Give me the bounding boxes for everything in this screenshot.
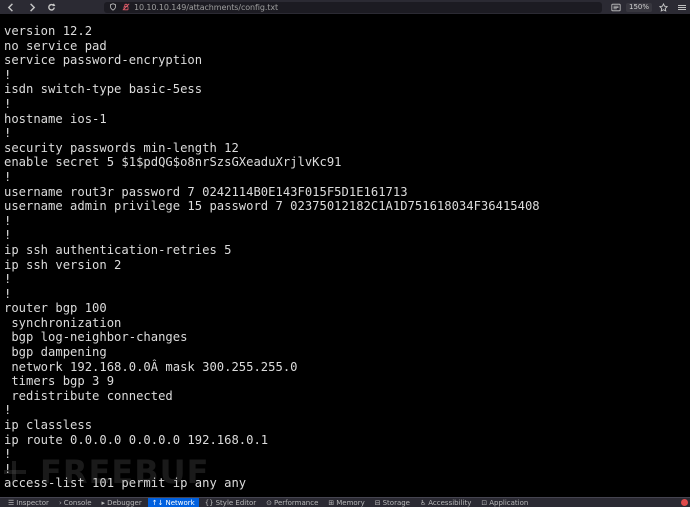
error-indicator-icon[interactable]	[681, 499, 688, 506]
url-text: 10.10.10.149/attachments/config.txt	[134, 3, 278, 12]
devtools-tab-label: Debugger	[107, 499, 142, 507]
devtools-tab-storage[interactable]: ⊟Storage	[371, 498, 414, 507]
url-bar[interactable]: 10.10.10.149/attachments/config.txt	[104, 2, 602, 13]
devtools-tab-label: Style Editor	[216, 499, 257, 507]
config-file-text[interactable]: version 12.2 no service pad service pass…	[4, 24, 686, 491]
insecure-lock-icon	[121, 3, 130, 12]
browser-toolbar: 10.10.10.149/attachments/config.txt 150%	[0, 0, 690, 14]
toolbar-right-group: 150%	[610, 2, 686, 12]
page-content: version 12.2 no service pad service pass…	[0, 14, 690, 497]
devtools-tab-label: Network	[165, 499, 194, 507]
devtools-tab-debugger[interactable]: ▸Debugger	[98, 498, 146, 507]
devtools-tab-icon: ›	[59, 499, 62, 507]
devtools-tab-icon: ⊙	[266, 499, 272, 507]
devtools-tab-memory[interactable]: ⊞Memory	[324, 498, 368, 507]
devtools-tab-performance[interactable]: ⊙Performance	[262, 498, 322, 507]
devtools-tab-label: Inspector	[16, 499, 49, 507]
devtools-tab-label: Accessibility	[428, 499, 471, 507]
forward-button[interactable]	[24, 0, 38, 14]
devtools-tab-icon: {}	[205, 499, 214, 507]
bookmark-star-icon[interactable]	[658, 2, 668, 12]
devtools-tab-icon: ⊡	[481, 499, 487, 507]
reader-view-icon[interactable]	[610, 2, 622, 12]
nav-button-group	[4, 0, 58, 14]
devtools-tab-label: Storage	[383, 499, 410, 507]
devtools-tab-style-editor[interactable]: {}Style Editor	[201, 498, 260, 507]
devtools-tab-icon: ▸	[102, 499, 106, 507]
devtools-tab-label: Console	[64, 499, 92, 507]
back-button[interactable]	[4, 0, 18, 14]
devtools-tab-icon: ♿	[420, 499, 426, 507]
devtools-tab-console[interactable]: ›Console	[55, 498, 96, 507]
devtools-tab-network[interactable]: ↑↓Network	[148, 498, 199, 507]
devtools-tab-icon: ↑↓	[152, 499, 164, 507]
devtools-tab-icon: ☰	[8, 499, 14, 507]
devtools-tab-label: Memory	[336, 499, 364, 507]
devtools-tab-accessibility[interactable]: ♿Accessibility	[416, 498, 475, 507]
devtools-tab-inspector[interactable]: ☰Inspector	[4, 498, 53, 507]
devtools-tab-icon: ⊞	[328, 499, 334, 507]
reload-button[interactable]	[44, 0, 58, 14]
devtools-tab-icon: ⊟	[375, 499, 381, 507]
zoom-badge[interactable]: 150%	[626, 3, 652, 12]
devtools-tab-application[interactable]: ⊡Application	[477, 498, 532, 507]
devtools-tab-label: Application	[489, 499, 528, 507]
shield-icon	[108, 3, 117, 12]
devtools-tab-label: Performance	[274, 499, 318, 507]
overflow-menu-icon[interactable]	[678, 5, 686, 10]
devtools-tabbar: ☰Inspector›Console▸Debugger↑↓Network{}St…	[0, 497, 690, 507]
